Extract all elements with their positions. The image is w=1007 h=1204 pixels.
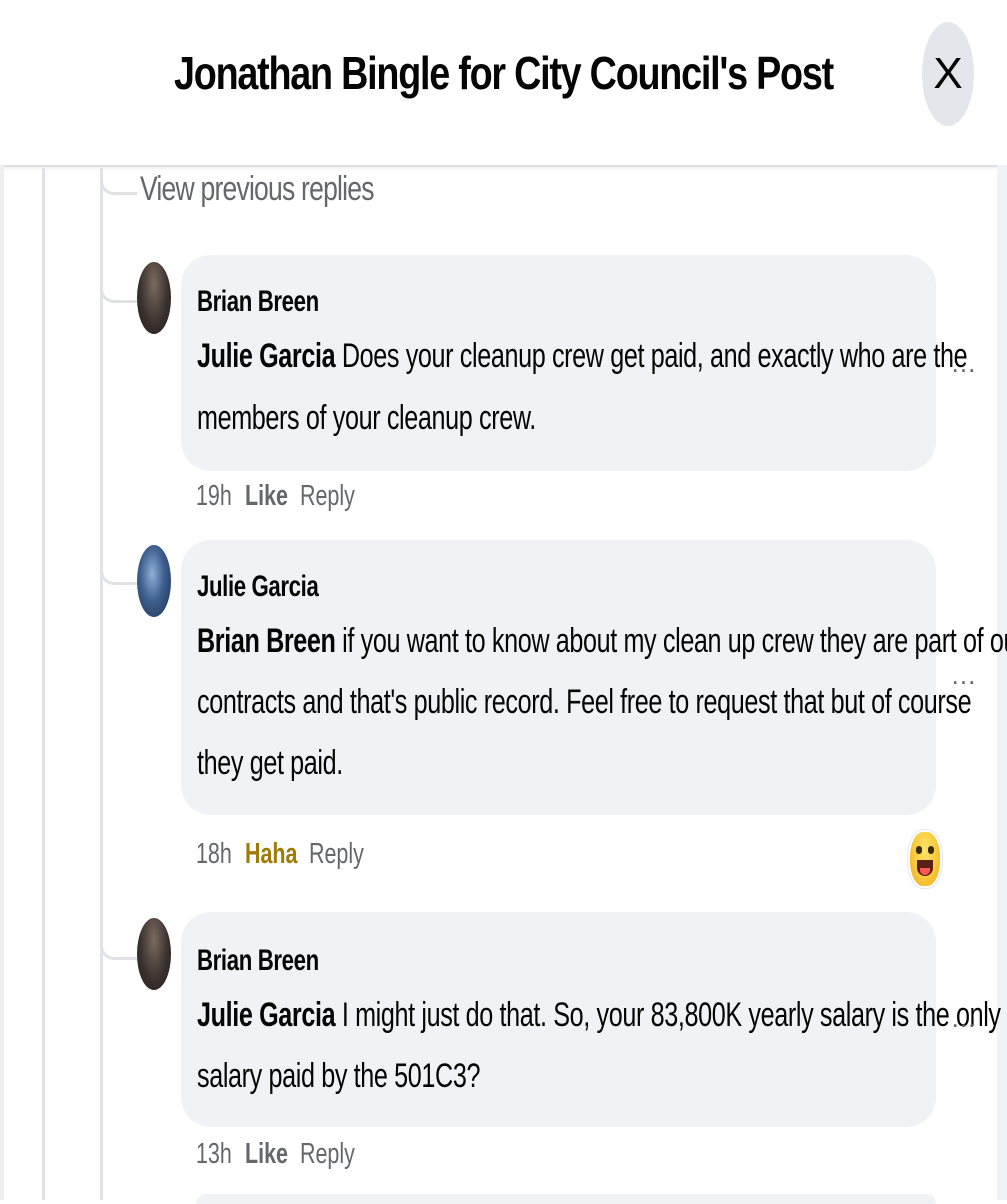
haha-reaction-button[interactable]: Haha [245,838,297,871]
dialog-left-border [0,165,4,1200]
parent-thread-line [42,168,45,1200]
thread-connector [100,278,137,303]
comment-author[interactable]: Julie Garcia [197,570,319,604]
emoji-eye [916,846,922,854]
scrollbar-track[interactable] [997,165,1007,1200]
comment-text-line: Julie Garcia I might just do that. So, y… [197,996,1001,1034]
more-options-button[interactable]: ... [950,348,978,379]
more-options-button[interactable]: ... [950,660,978,691]
more-options-button[interactable]: ... [950,1003,978,1034]
avatar[interactable] [137,545,171,617]
next-comment-bubble-edge [196,1194,936,1204]
thread-connector [100,560,137,585]
comment-text-line: they get paid. [197,744,343,782]
close-icon: X [933,49,963,98]
reply-button[interactable]: Reply [300,480,355,513]
avatar[interactable] [137,918,171,990]
mention-link[interactable]: Julie Garcia [197,337,336,375]
view-previous-replies-link[interactable]: View previous replies [140,170,375,209]
mention-link[interactable]: Brian Breen [197,622,336,660]
mention-link[interactable]: Julie Garcia [197,996,336,1034]
emoji-eye [928,846,934,854]
comment-author[interactable]: Brian Breen [197,285,319,319]
like-button[interactable]: Like [245,1138,288,1171]
dialog-title: Jonathan Bingle for City Council's Post [174,47,834,99]
close-button[interactable]: X [922,22,974,126]
post-dialog-header: Jonathan Bingle for City Council's Post … [0,0,1007,167]
thread-connector [100,170,137,195]
comment-author[interactable]: Brian Breen [197,944,319,978]
comment-timestamp[interactable]: 19h [196,480,232,513]
reply-button[interactable]: Reply [309,838,364,871]
like-button[interactable]: Like [245,480,288,513]
comment-bubble: Julie Garcia Brian Breen if you want to … [181,540,1007,815]
comment-text-line: Brian Breen if you want to know about my… [197,622,1007,660]
comment-bubble: Brian Breen Julie Garcia Does your clean… [181,255,968,471]
haha-emoji-icon[interactable] [908,830,942,888]
comment-timestamp[interactable]: 18h [196,838,232,871]
reply-button[interactable]: Reply [300,1138,355,1171]
comment-text-line: salary paid by the 501C3? [197,1057,481,1095]
comment-text-line: members of your cleanup crew. [197,399,536,437]
comment-timestamp[interactable]: 13h [196,1138,232,1171]
comment-text-line: contracts and that's public record. Feel… [197,683,972,721]
reply-thread-line [100,168,103,1200]
avatar[interactable] [137,262,171,334]
comment-bubble: Brian Breen Julie Garcia I might just do… [181,912,1001,1127]
thread-connector [100,935,137,960]
comment-text-line: Julie Garcia Does your cleanup crew get … [197,337,968,375]
